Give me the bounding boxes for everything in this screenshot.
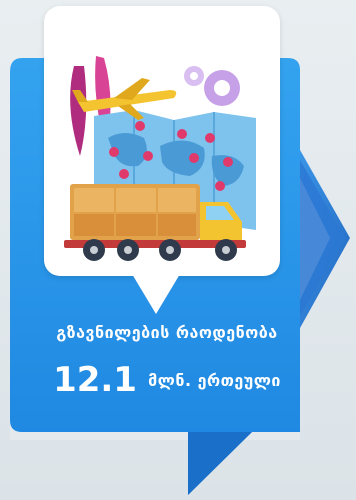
infographic-stage: გზავნილების რაოდენობა 12.1 მლნ. ერთეული [0, 0, 356, 500]
metric-label: გზავნილების რაოდენობა [56, 323, 278, 342]
metric-value-line: 12.1 მლნ. ერთეული [12, 360, 322, 400]
card-pointer [132, 274, 180, 314]
chevron-fill [300, 160, 345, 316]
metric-value: 12.1 [53, 360, 137, 400]
logistics-illustration [64, 56, 256, 261]
gear-icon [184, 66, 240, 106]
illustration-card [44, 6, 280, 276]
panel-tail [188, 432, 252, 495]
metric-unit: მლნ. ერთეული [148, 370, 281, 390]
